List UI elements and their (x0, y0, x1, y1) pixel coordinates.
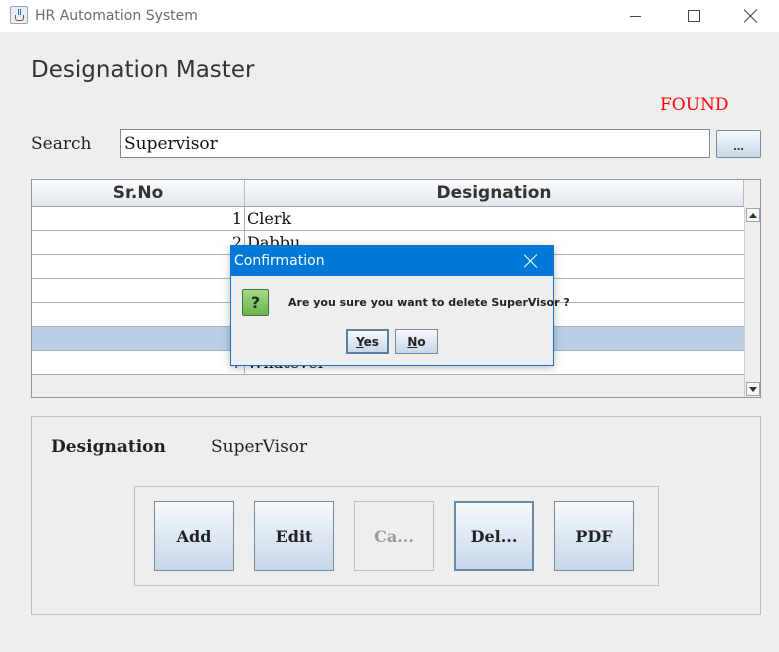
no-button[interactable]: No (395, 329, 438, 354)
edit-button[interactable]: Edit (254, 501, 334, 571)
close-window-button[interactable] (723, 0, 779, 32)
designation-label: Designation (51, 437, 166, 457)
page-title: Designation Master (31, 57, 255, 83)
java-app-icon (10, 6, 28, 24)
action-button-group: Add Edit Ca... Del... PDF (134, 486, 659, 586)
maximize-button[interactable] (666, 0, 722, 32)
question-icon: ? (242, 289, 269, 316)
yes-label-rest: es (363, 334, 379, 349)
dialog-titlebar: Confirmation (231, 246, 553, 276)
status-label: FOUND (660, 95, 729, 115)
search-input[interactable] (120, 129, 710, 158)
cell-sr-no[interactable] (32, 255, 245, 278)
search-label: Search (31, 134, 92, 154)
arrow-up-icon (749, 212, 757, 218)
dialog-message: Are you sure you want to delete SuperVis… (288, 296, 570, 309)
cell-sr-no[interactable] (32, 279, 245, 302)
scroll-down-button[interactable] (746, 382, 760, 396)
minimize-icon (629, 15, 641, 17)
no-mnemonic: N (407, 334, 418, 349)
scroll-up-button[interactable] (746, 208, 760, 222)
close-icon (744, 9, 758, 23)
cell-sr-no[interactable]: 1 (32, 207, 245, 230)
browse-button[interactable]: ... (716, 130, 761, 158)
yes-button[interactable]: Yes (346, 329, 389, 354)
cell-designation[interactable]: Clerk (245, 207, 744, 230)
add-button[interactable]: Add (154, 501, 234, 571)
delete-button[interactable]: Del... (454, 501, 534, 571)
designation-value: SuperVisor (211, 437, 308, 457)
pdf-button[interactable]: PDF (554, 501, 634, 571)
arrow-down-icon (749, 386, 757, 392)
table-scrollbar[interactable] (744, 207, 760, 397)
cell-sr-no[interactable] (32, 303, 245, 326)
cell-sr-no[interactable]: 7 (32, 351, 245, 374)
cancel-button[interactable]: Ca... (354, 501, 434, 571)
column-header-designation[interactable]: Designation (245, 180, 744, 207)
detail-panel: Designation SuperVisor Add Edit Ca... De… (31, 416, 761, 615)
confirmation-dialog: Confirmation ? Are you sure you want to … (230, 245, 570, 366)
yes-mnemonic: Y (356, 334, 364, 349)
dialog-title: Confirmation (234, 253, 325, 269)
minimize-button[interactable] (607, 0, 663, 32)
maximize-icon (688, 10, 700, 22)
close-icon (524, 254, 538, 268)
window-title: HR Automation System (35, 8, 198, 24)
cell-sr-no[interactable] (32, 327, 245, 350)
no-label-rest: o (417, 334, 426, 349)
cell-sr-no[interactable]: 2 (32, 231, 245, 254)
column-header-sr-no[interactable]: Sr.No (32, 180, 245, 207)
table-header: Sr.No Designation (32, 180, 744, 207)
dialog-close-button[interactable] (515, 246, 547, 276)
window-titlebar: HR Automation System (0, 0, 779, 32)
table-row[interactable]: 1 Clerk (32, 207, 744, 231)
